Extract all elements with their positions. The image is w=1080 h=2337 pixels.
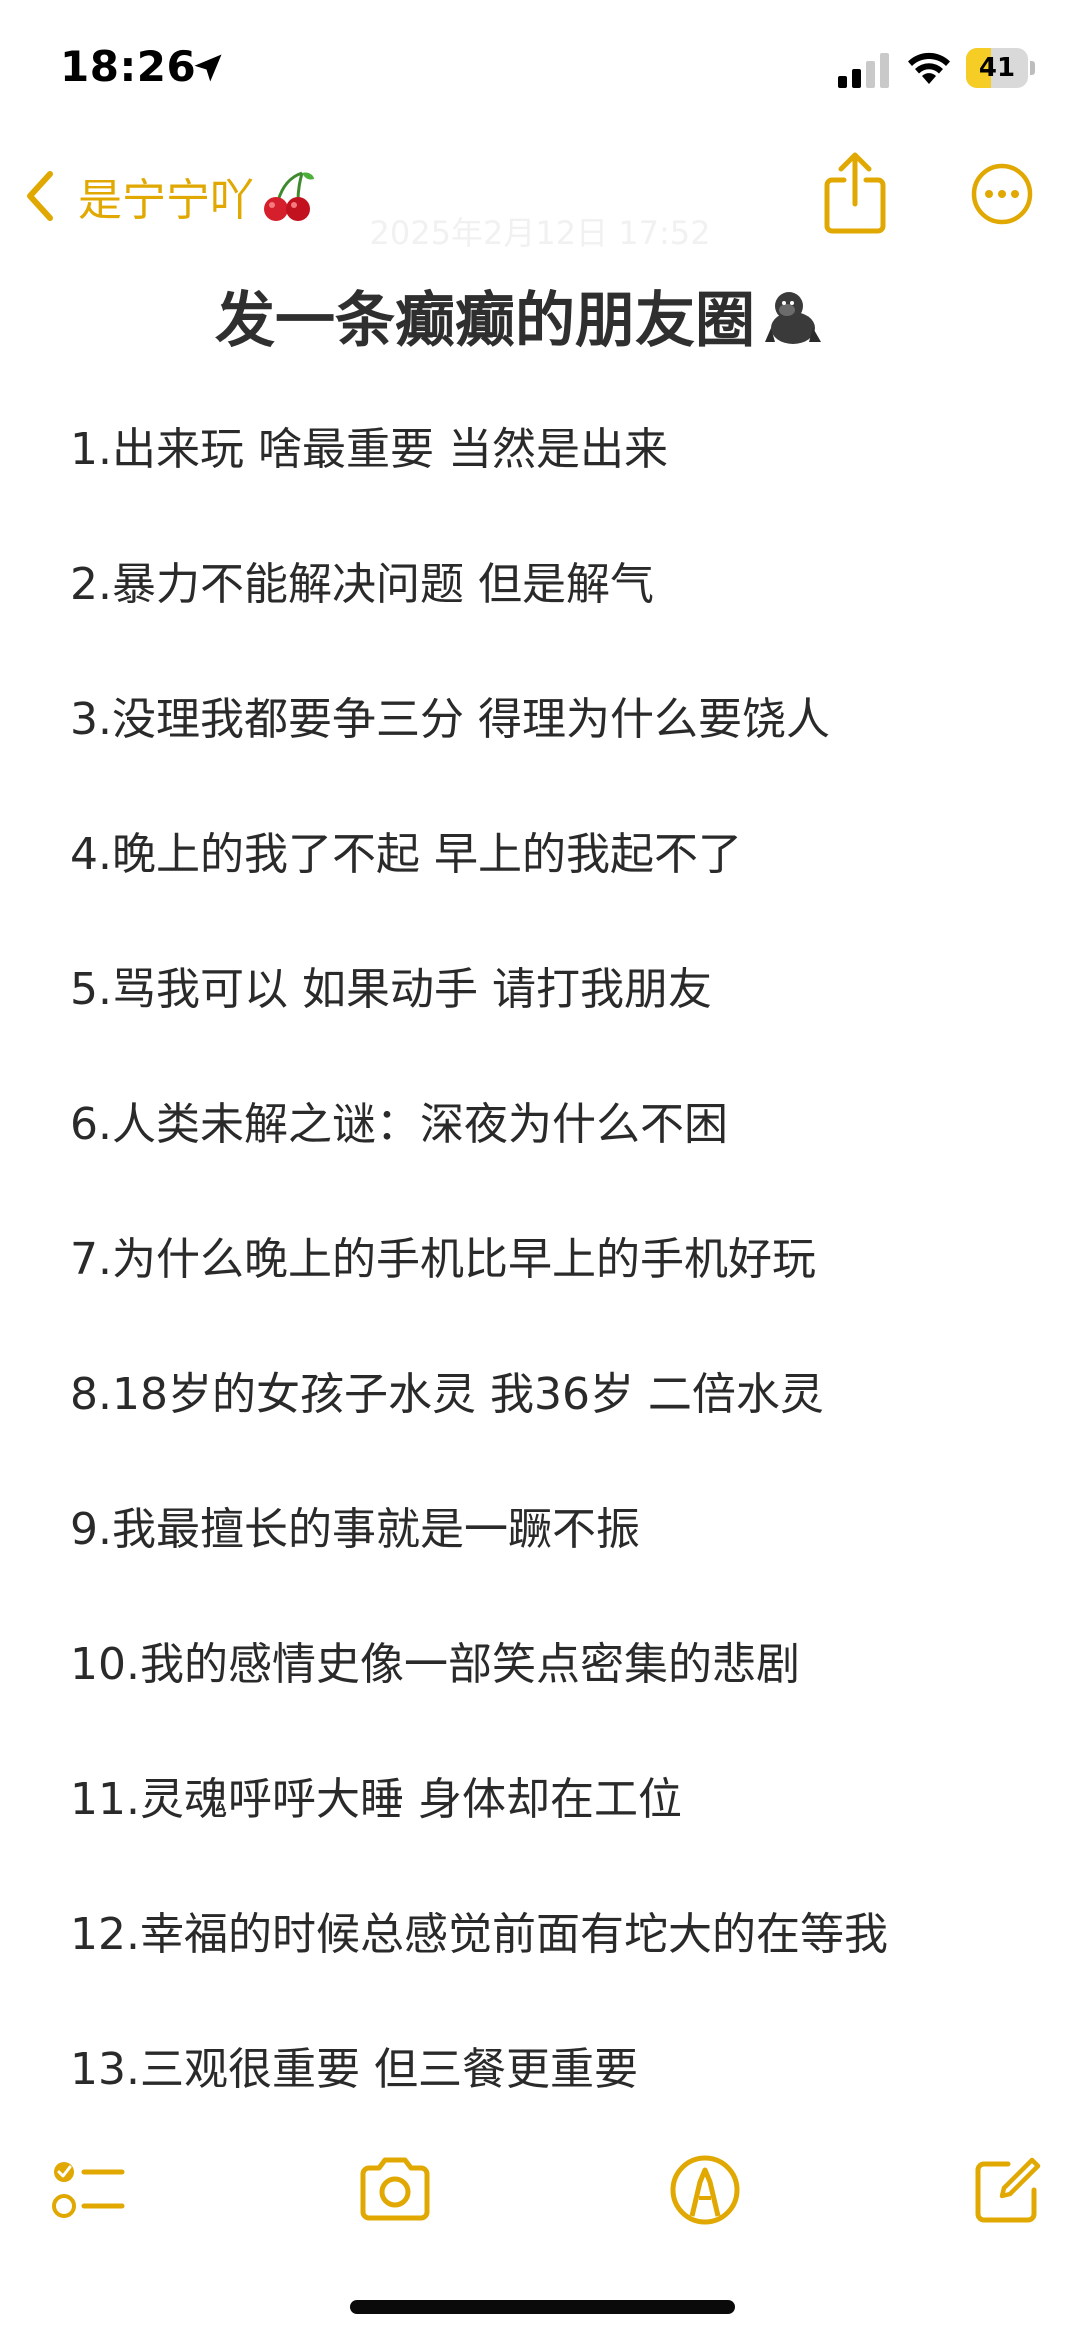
gorilla-icon	[765, 291, 821, 344]
note-line-8[interactable]: 8.18岁的女孩子水灵 我36岁 二倍水灵	[70, 1365, 1030, 1500]
note-line-11[interactable]: 11.灵魂呼呼大睡 身体却在工位	[70, 1770, 1030, 1905]
location-arrow-icon	[194, 54, 222, 82]
battery-label: 41	[978, 53, 1016, 83]
note-line-12[interactable]: 12.幸福的时候总感觉前面有坨大的在等我	[70, 1905, 1030, 2040]
battery-body: 41	[966, 48, 1028, 88]
note-line-5[interactable]: 5.骂我可以 如果动手 请打我朋友	[70, 960, 1030, 1095]
note-date: 2025年2月12日 17:52	[369, 214, 711, 252]
bottom-toolbar	[0, 2140, 1080, 2240]
battery-indicator: 41	[966, 48, 1036, 88]
note-line-1[interactable]: 1.出来玩 啥最重要 当然是出来	[70, 420, 1030, 555]
camera-icon[interactable]	[355, 2150, 435, 2230]
compose-icon[interactable]	[968, 2150, 1048, 2230]
battery-cap	[1030, 61, 1035, 75]
note-line-9[interactable]: 9.我最擅长的事就是一蹶不振	[70, 1500, 1030, 1635]
markup-pen-icon[interactable]	[665, 2150, 745, 2230]
note-title-text: 发一条癫癫的朋友圈	[215, 286, 755, 356]
cellular-signal-icon	[838, 53, 889, 88]
note-list[interactable]: 1.出来玩 啥最重要 当然是出来 2.暴力不能解决问题 但是解气 3.没理我都要…	[70, 420, 1030, 2175]
status-time: 18:26	[60, 42, 197, 91]
note-line-10[interactable]: 10.我的感情史像一部笑点密集的悲剧	[70, 1635, 1030, 1770]
status-bar: 18:26 41	[0, 0, 1080, 140]
note-line-4[interactable]: 4.晚上的我了不起 早上的我起不了	[70, 825, 1030, 960]
note-line-7[interactable]: 7.为什么晚上的手机比早上的手机好玩	[70, 1230, 1030, 1365]
home-indicator[interactable]	[350, 2300, 735, 2314]
wifi-icon	[908, 52, 950, 84]
note-line-3[interactable]: 3.没理我都要争三分 得理为什么要饶人	[70, 690, 1030, 825]
note-line-2[interactable]: 2.暴力不能解决问题 但是解气	[70, 555, 1030, 690]
checklist-icon[interactable]	[50, 2150, 130, 2230]
note-title[interactable]: 发一条癫癫的朋友圈	[0, 272, 1040, 359]
note-line-6[interactable]: 6.人类未解之谜：深夜为什么不困	[70, 1095, 1030, 1230]
